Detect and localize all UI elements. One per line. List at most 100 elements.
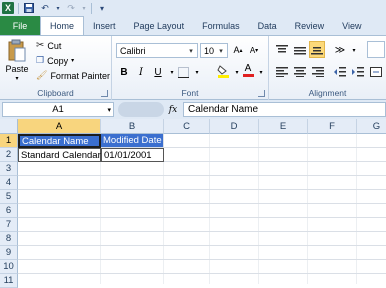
clipboard-group-label: Clipboard <box>37 88 74 98</box>
undo-dropdown-icon[interactable]: ▾ <box>55 2 61 14</box>
italic-button[interactable]: I <box>134 65 148 79</box>
font-name-value: Calibri <box>120 45 146 56</box>
save-icon[interactable] <box>23 2 35 14</box>
cell-b2[interactable]: 01/01/2001 <box>101 148 164 162</box>
align-left-icon[interactable] <box>275 65 289 79</box>
font-size-value: 10 <box>204 45 215 56</box>
increase-font-icon[interactable]: A ▴ <box>231 43 245 57</box>
tab-view[interactable]: View <box>333 16 370 35</box>
align-top-icon[interactable] <box>275 43 289 57</box>
redo-icon[interactable]: ↷ <box>65 2 77 14</box>
font-group: Calibri ▾ 10 ▾ A ▴ A ▾ B I U ▾ ▾ ▾ A ▾ Fon… <box>112 36 269 100</box>
borders-icon[interactable] <box>176 65 190 79</box>
column-header-c[interactable]: C <box>164 119 210 134</box>
bold-button[interactable]: B <box>117 65 131 79</box>
font-launcher-icon[interactable] <box>258 90 265 97</box>
format-painter-button[interactable]: 🖌 Format Painter <box>36 70 110 81</box>
orientation-icon[interactable]: ≫ <box>333 43 347 57</box>
alignment-group-label: Alignment <box>308 88 347 98</box>
tab-file[interactable]: File <box>0 16 40 35</box>
fill-color-icon[interactable] <box>216 64 230 78</box>
row-header-1[interactable]: 1 <box>0 134 18 148</box>
orientation-dropdown-icon[interactable]: ▾ <box>347 43 361 57</box>
tab-formulas[interactable]: Formulas <box>193 16 249 35</box>
column-header-f[interactable]: F <box>308 119 357 134</box>
row-header-5[interactable]: 5 <box>0 190 18 204</box>
clipboard-launcher-icon[interactable] <box>101 90 108 97</box>
row-header-3[interactable]: 3 <box>0 162 18 176</box>
separator <box>91 2 92 14</box>
column-header-b[interactable]: B <box>101 119 164 134</box>
format-painter-label: Format Painter <box>50 70 110 81</box>
name-box-value: A1 <box>52 104 64 115</box>
font-color-dropdown-icon[interactable]: ▾ <box>254 65 268 79</box>
separator <box>18 2 19 14</box>
spreadsheet-grid: A B C D E F G 1 2 3 4 5 6 7 8 9 10 11 Ca… <box>0 119 386 288</box>
row-header-2[interactable]: 2 <box>0 148 18 162</box>
cell-b1[interactable]: Modified Date <box>101 134 164 148</box>
cut-button[interactable]: ✂ Cut <box>36 40 61 51</box>
underline-button[interactable]: U <box>151 65 165 79</box>
quick-access-toolbar: X ↶ ▾ ↷ ▾ ▾ <box>0 0 386 16</box>
insert-function-icon[interactable]: fx <box>164 102 182 117</box>
redo-dropdown-icon[interactable]: ▾ <box>81 2 87 14</box>
copy-button[interactable]: ❐ Copy ▾ <box>36 55 74 66</box>
customize-qat-icon[interactable]: ▾ <box>96 2 108 14</box>
tab-review[interactable]: Review <box>286 16 334 35</box>
tab-page-layout[interactable]: Page Layout <box>125 16 194 35</box>
paste-label: Paste <box>5 64 29 74</box>
chevron-down-icon[interactable]: ▾ <box>107 106 111 114</box>
ribbon: Paste ▾ ✂ Cut ❐ Copy ▾ 🖌 Format Painter … <box>0 35 386 100</box>
scissors-icon: ✂ <box>36 40 45 51</box>
row-header-6[interactable]: 6 <box>0 204 18 218</box>
cut-label: Cut <box>47 40 62 51</box>
formula-bar: A1 ▾ fx Calendar Name <box>0 100 386 119</box>
row-header-4[interactable]: 4 <box>0 176 18 190</box>
row-header-7[interactable]: 7 <box>0 218 18 232</box>
wrap-text-icon[interactable] <box>367 41 385 58</box>
copy-dropdown-icon[interactable]: ▾ <box>71 57 74 64</box>
row-header-10[interactable]: 10 <box>0 260 18 274</box>
formula-input[interactable]: Calendar Name <box>183 102 386 117</box>
undo-icon[interactable]: ↶ <box>39 2 51 14</box>
decrease-font-icon[interactable]: A ▾ <box>247 43 261 57</box>
align-middle-icon[interactable] <box>293 43 307 57</box>
row-header-9[interactable]: 9 <box>0 246 18 260</box>
font-name-combo[interactable]: Calibri ▾ <box>116 43 198 58</box>
formula-bar-splitter[interactable] <box>118 102 164 117</box>
chevron-down-icon[interactable]: ▾ <box>216 45 226 56</box>
paste-dropdown-icon[interactable]: ▾ <box>15 75 18 82</box>
paste-icon <box>8 39 26 62</box>
font-color-icon[interactable]: A <box>241 63 255 77</box>
tab-data[interactable]: Data <box>249 16 286 35</box>
row-header-8[interactable]: 8 <box>0 232 18 246</box>
ribbon-tabs: File Home Insert Page Layout Formulas Da… <box>0 16 386 35</box>
align-right-icon[interactable] <box>311 65 325 79</box>
column-header-a[interactable]: A <box>18 119 101 134</box>
borders-dropdown-icon[interactable]: ▾ <box>190 65 204 79</box>
row-header-11[interactable]: 11 <box>0 274 18 288</box>
font-group-label: Font <box>181 88 199 98</box>
font-size-combo[interactable]: 10 ▾ <box>200 43 228 58</box>
align-bottom-icon[interactable] <box>309 41 325 58</box>
align-center-icon[interactable] <box>293 65 307 79</box>
cell-a2[interactable]: Standard Calendar <box>18 148 101 162</box>
increase-indent-icon[interactable] <box>351 65 365 79</box>
decrease-indent-icon[interactable] <box>333 65 347 79</box>
copy-label: Copy <box>47 55 69 66</box>
column-header-d[interactable]: D <box>210 119 259 134</box>
name-box[interactable]: A1 ▾ <box>2 102 114 117</box>
column-header-g[interactable]: G <box>357 119 386 134</box>
alignment-group: ≫ ▾ Alignment <box>269 36 386 100</box>
column-header-e[interactable]: E <box>259 119 308 134</box>
chevron-down-icon[interactable]: ▾ <box>186 45 196 56</box>
copy-icon: ❐ <box>36 55 45 65</box>
cell-a1[interactable]: Calendar Name <box>18 134 101 148</box>
formula-input-value: Calendar Name <box>188 104 259 115</box>
clipboard-group: Paste ▾ ✂ Cut ❐ Copy ▾ 🖌 Format Painter … <box>0 36 112 100</box>
select-all-button[interactable] <box>0 119 18 134</box>
tab-insert[interactable]: Insert <box>84 16 125 35</box>
merge-center-icon[interactable] <box>369 65 383 79</box>
tab-home[interactable]: Home <box>40 16 85 35</box>
paste-button[interactable]: Paste ▾ <box>4 39 30 82</box>
